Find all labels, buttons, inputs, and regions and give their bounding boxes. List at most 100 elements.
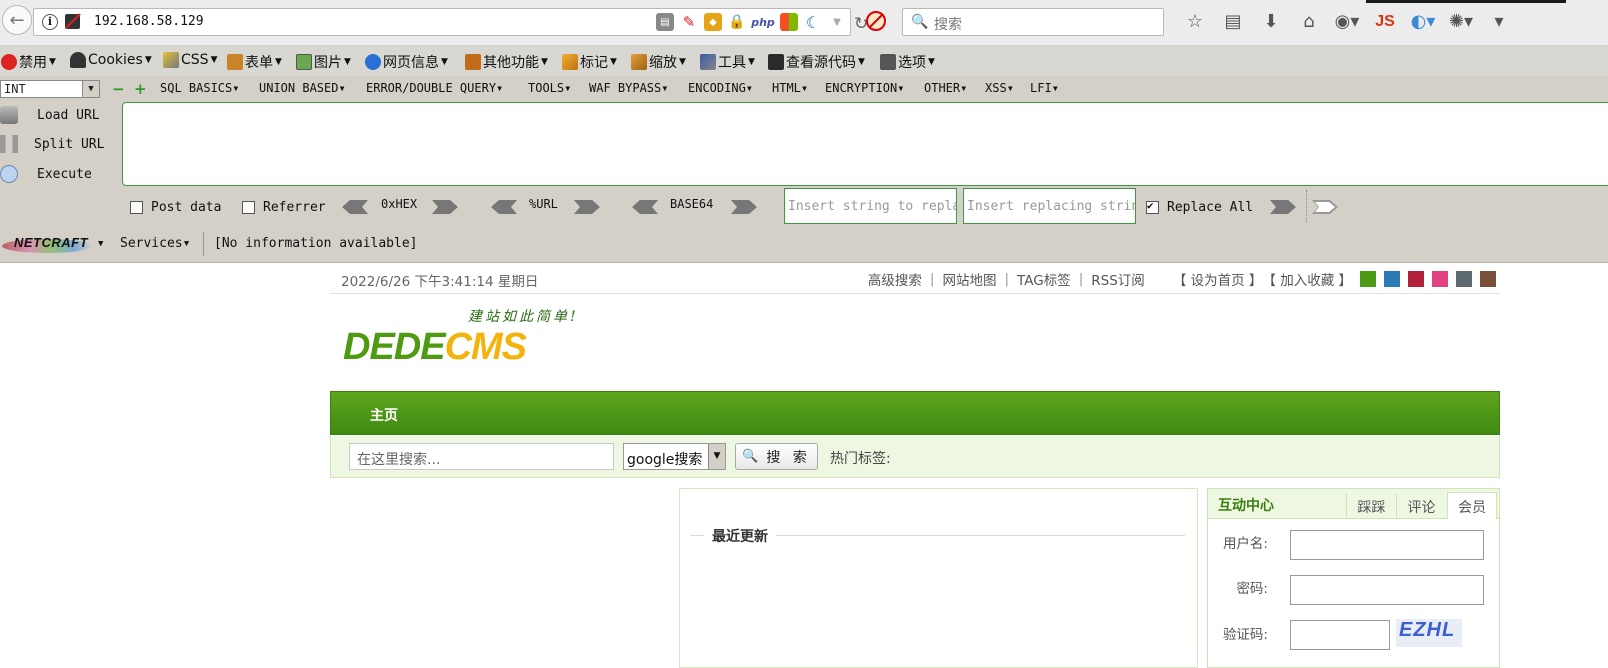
hex-decode-arrow-icon[interactable]: [342, 200, 368, 214]
replace-all-checkbox[interactable]: Replace All: [1146, 199, 1253, 215]
menu-waf-bypass[interactable]: WAF BYPASS▾: [589, 81, 668, 95]
cube-icon[interactable]: ◆: [704, 13, 722, 31]
minus-icon[interactable]: −: [112, 80, 125, 98]
search-bar[interactable]: 🔍 搜索: [902, 8, 1164, 36]
menu-xss[interactable]: XSS▾: [985, 81, 1014, 95]
link-advanced-search[interactable]: 高级搜索: [868, 269, 922, 289]
dev-item-cookies[interactable]: Cookies ▼: [70, 52, 152, 68]
hackbar-url-textarea[interactable]: [122, 102, 1608, 186]
bookmark-star-icon[interactable]: ☆: [1176, 11, 1214, 32]
lock-icon[interactable]: 🔒: [728, 13, 746, 31]
theme-swatch-pink[interactable]: [1432, 271, 1448, 287]
home-icon[interactable]: ⌂: [1290, 11, 1328, 32]
theme-swatch-blue[interactable]: [1384, 271, 1400, 287]
web-icon[interactable]: ◐▾: [1404, 11, 1442, 32]
plus-icon[interactable]: +: [134, 80, 147, 98]
replace-to-input[interactable]: Insert replacing string: [963, 188, 1136, 224]
nav-home[interactable]: 主页: [370, 405, 398, 425]
noscript-icon[interactable]: [866, 11, 886, 31]
globe-icon[interactable]: ◉▾: [1328, 11, 1366, 32]
tab-members[interactable]: 会员: [1447, 492, 1497, 519]
dev-item-source[interactable]: 查看源代码 ▼: [768, 52, 865, 72]
theme-swatch-green[interactable]: [1360, 271, 1376, 287]
js-icon[interactable]: JS: [1366, 13, 1404, 31]
checkbox-icon[interactable]: [130, 201, 143, 214]
link-set-home[interactable]: 【 设为首页 】: [1173, 269, 1263, 289]
menu-html[interactable]: HTML▾: [772, 81, 808, 95]
password-input[interactable]: [1290, 575, 1484, 605]
pen-icon[interactable]: ✎: [680, 13, 698, 31]
windows-icon[interactable]: [780, 13, 798, 31]
menu-encoding[interactable]: ENCODING▾: [688, 81, 753, 95]
site-logo[interactable]: 建站如此简单! DEDECMS: [343, 306, 605, 376]
post-data-checkbox[interactable]: Post data: [130, 200, 221, 215]
menu-union-based[interactable]: UNION BASED▾: [259, 81, 346, 95]
dev-item-css[interactable]: CSS ▼: [163, 52, 217, 68]
url-decode-arrow-icon[interactable]: [491, 200, 517, 214]
network-icon[interactable]: ▤: [656, 13, 674, 31]
dev-item-tools[interactable]: 工具 ▼: [700, 52, 755, 72]
search-engine-select[interactable]: google搜索 ▼: [623, 443, 726, 470]
menu-sql-basics[interactable]: SQL BASICS▾: [160, 81, 239, 95]
link-rss[interactable]: RSS订阅: [1091, 269, 1145, 289]
download-icon[interactable]: ⬇: [1252, 11, 1290, 32]
execute-button[interactable]: Execute: [0, 165, 92, 183]
dropdown-icon[interactable]: ▼: [828, 13, 846, 31]
dev-item-label: CSS: [181, 52, 209, 68]
menu-error-double-query[interactable]: ERROR/DOUBLE QUERY▾: [366, 81, 503, 95]
back-button[interactable]: ←: [2, 5, 32, 35]
captcha-image[interactable]: EZHL: [1396, 619, 1462, 647]
tab-comments[interactable]: 评论: [1396, 493, 1446, 519]
site-info-icon[interactable]: i: [42, 14, 58, 30]
chevron-down-icon[interactable]: ▼: [708, 444, 725, 469]
theme-swatch-red[interactable]: [1408, 271, 1424, 287]
referrer-checkbox[interactable]: Referrer: [242, 200, 326, 215]
php-icon[interactable]: php: [751, 13, 775, 31]
netcraft-logo[interactable]: NETCRAFT: [2, 233, 94, 255]
link-sitemap[interactable]: 网站地图: [942, 269, 996, 289]
netcraft-services-menu[interactable]: Services▾: [120, 236, 190, 251]
base64-decode-arrow-icon[interactable]: [632, 200, 658, 214]
site-search-button[interactable]: 🔍 搜 索: [735, 443, 818, 470]
checkbox-checked-icon[interactable]: [1146, 199, 1159, 214]
dev-item-info[interactable]: 网页信息 ▼: [365, 52, 448, 72]
replace-from-input[interactable]: Insert string to replace: [784, 188, 957, 224]
menu-encryption[interactable]: ENCRYPTION▾: [825, 81, 904, 95]
link-tag[interactable]: TAG标签: [1017, 269, 1071, 289]
split-url-button[interactable]: Split URL: [0, 135, 104, 153]
base64-encode-arrow-icon[interactable]: [731, 200, 757, 214]
menu-lfi[interactable]: LFI▾: [1030, 81, 1059, 95]
menu-other[interactable]: OTHER▾: [924, 81, 967, 95]
tab-digg[interactable]: 踩踩: [1346, 493, 1396, 519]
dev-item-misc[interactable]: 其他功能 ▼: [465, 52, 548, 72]
username-input[interactable]: [1290, 530, 1484, 560]
theme-swatch-gray[interactable]: [1456, 271, 1472, 287]
wave-icon[interactable]: ☾: [804, 13, 822, 32]
load-url-button[interactable]: Load URL: [0, 106, 100, 124]
theme-swatch-brown[interactable]: [1480, 271, 1496, 287]
link-add-favorite[interactable]: 【 加入收藏 】: [1262, 269, 1352, 289]
captcha-label: 验证码:: [1222, 627, 1268, 643]
url-bar[interactable]: i 192.168.58.129 ▤ ✎ ◆ 🔒 php ☾ ▼ ↻: [33, 8, 868, 36]
menu-chevron-icon[interactable]: ▾: [1480, 11, 1518, 32]
url-encode-arrow-icon[interactable]: [574, 200, 600, 214]
replace-next-arrow-icon[interactable]: [1312, 200, 1338, 214]
replace-run-arrow-icon[interactable]: [1270, 200, 1296, 214]
dev-item-resize[interactable]: 缩放 ▼: [631, 52, 686, 72]
chevron-down-icon[interactable]: ▼: [82, 81, 99, 97]
dev-item-forms[interactable]: 表单 ▼: [227, 52, 282, 72]
menu-tools[interactable]: TOOLS▾: [528, 81, 571, 95]
hex-encode-arrow-icon[interactable]: [432, 200, 458, 214]
checkbox-icon[interactable]: [242, 201, 255, 214]
captcha-input[interactable]: [1290, 620, 1390, 650]
palette-icon[interactable]: ✺▾: [1442, 11, 1480, 32]
netcraft-dropdown-icon[interactable]: ▼: [98, 239, 103, 249]
hackbar-type-select[interactable]: INT ▼: [0, 80, 100, 98]
dev-item-disable[interactable]: 禁用 ▼: [1, 52, 56, 72]
dev-item-options[interactable]: 选项 ▼: [880, 52, 935, 72]
reading-list-icon[interactable]: ▤: [1214, 11, 1252, 32]
dev-item-outline[interactable]: 标记 ▼: [562, 52, 617, 72]
dev-item-images[interactable]: 图片 ▼: [296, 52, 351, 72]
url-text[interactable]: 192.168.58.129: [94, 14, 204, 29]
site-search-input[interactable]: 在这里搜索...: [349, 443, 614, 470]
